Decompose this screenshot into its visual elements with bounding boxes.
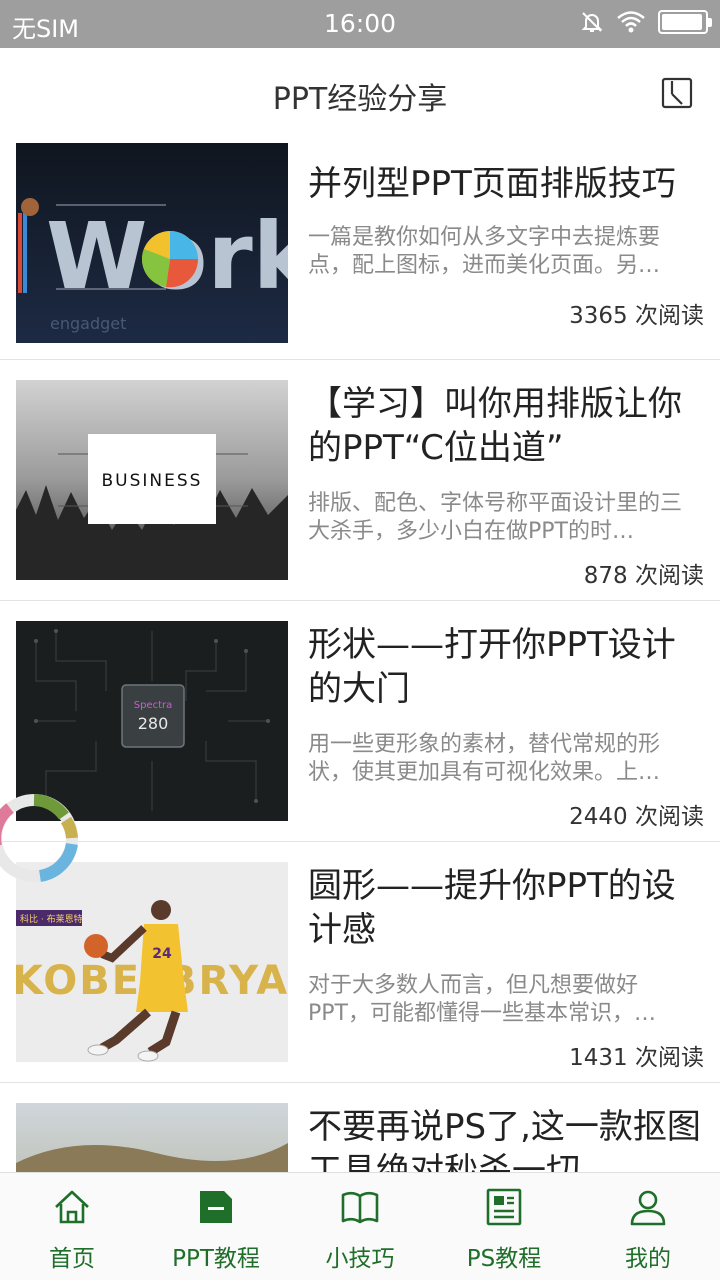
article-title: 形状——打开你PPT设计的大门 xyxy=(308,625,676,709)
app-header: PPT经验分享 xyxy=(0,48,720,140)
article-item[interactable]: 不要再说PS了,这一款抠图工具绝对秒杀一切 xyxy=(0,1083,720,1172)
nav-item-ppt[interactable]: PPT教程 xyxy=(144,1173,288,1280)
nav-label: 我的 xyxy=(625,1246,671,1272)
forest-image: BUSINESS xyxy=(16,380,288,580)
wifi-icon xyxy=(617,11,645,33)
document-icon xyxy=(200,1191,232,1223)
nav-item-tips[interactable]: 小技巧 xyxy=(288,1173,432,1280)
article-title: 圆形——提升你PPT的设计感 xyxy=(308,866,676,950)
thumb-jersey: 24 xyxy=(152,946,172,962)
nav-label: PS教程 xyxy=(466,1246,542,1272)
article-item[interactable]: BUSINESS 【学习】叫你用排版让你的PPT“C位出道” 排版、配色、字体号… xyxy=(0,360,720,601)
nav-label: 小技巧 xyxy=(325,1246,395,1272)
mute-icon xyxy=(581,12,603,32)
battery-icon xyxy=(658,10,712,34)
chip-brand: Spectra xyxy=(134,700,173,711)
read-count: 1431 次阅读 xyxy=(569,1045,704,1071)
thumb-tag: 科比 · 布莱恩特 xyxy=(20,913,83,925)
article-desc: 一篇是教你如何从多文字中去提炼要点，配上图标，进而美化页面。另… xyxy=(308,225,661,278)
basketball-image: 科比 · 布莱恩特 KOBE BRYANT 24 xyxy=(16,862,288,1062)
chip-number: 280 xyxy=(138,714,169,733)
landscape-image xyxy=(16,1103,288,1172)
article-thumbnail: 科比 · 布莱恩特 KOBE BRYANT 24 xyxy=(16,862,288,1062)
thumb-word: BUSINESS xyxy=(102,471,203,491)
article-thumbnail: BUSINESS xyxy=(16,380,288,580)
article-desc: 对于大多数人而言，但凡想要做好PPT，可能都懂得一些基本常识，… xyxy=(308,973,656,1026)
article-item[interactable]: Spectra 280 形状——打开你PPT设计的大门 用一些更形象的素材，替代… xyxy=(0,601,720,842)
iwork-image: Work engadget xyxy=(16,143,288,343)
nav-item-home[interactable]: 首页 xyxy=(0,1173,144,1280)
user-icon xyxy=(630,1190,666,1226)
home-icon xyxy=(55,1190,89,1224)
read-count: 2440 次阅读 xyxy=(569,804,704,830)
article-thumbnail: Work engadget xyxy=(16,143,288,343)
read-count: 3365 次阅读 xyxy=(569,303,704,329)
article-desc: 排版、配色、字体号称平面设计里的三大杀手，多少小白在做PPT的时… xyxy=(308,491,683,544)
nav-label: 首页 xyxy=(49,1246,95,1272)
article-list[interactable]: Work engadget 并列型PPT页面排版技巧 一篇是教你如何从多文字中去… xyxy=(0,140,720,1172)
loading-spinner-icon xyxy=(0,794,78,882)
read-count: 878 次阅读 xyxy=(583,563,704,589)
article-thumbnail xyxy=(16,1103,288,1172)
article-title: 并列型PPT页面排版技巧 xyxy=(308,164,676,204)
article-desc: 用一些更形象的素材，替代常规的形状，使其更加具有可视化效果。上… xyxy=(308,732,661,785)
book-icon xyxy=(341,1191,379,1224)
status-icons xyxy=(580,10,712,34)
article-item[interactable]: Work engadget 并列型PPT页面排版技巧 一篇是教你如何从多文字中去… xyxy=(0,140,720,360)
history-icon[interactable] xyxy=(660,76,694,110)
page-title: PPT经验分享 xyxy=(272,82,448,117)
nav-item-ps[interactable]: PS教程 xyxy=(432,1173,576,1280)
nav-item-me[interactable]: 我的 xyxy=(576,1173,720,1280)
nav-label: PPT教程 xyxy=(172,1246,260,1272)
thumb-left: KOBE xyxy=(16,958,141,1004)
bottom-nav: 首页 PPT教程 小技巧 PS教程 我的 xyxy=(0,1172,720,1280)
article-title: 不要再说PS了,这一款抠图工具绝对秒杀一切 xyxy=(308,1107,701,1172)
article-title: 【学习】叫你用排版让你的PPT“C位出道” xyxy=(308,384,682,468)
article-item[interactable]: 科比 · 布莱恩特 KOBE BRYANT 24 圆形——提升你PPT的设计感 … xyxy=(0,842,720,1083)
status-bar: 无SIM 16:00 xyxy=(0,0,720,48)
battery-level xyxy=(662,14,702,30)
thumb-watermark: engadget xyxy=(50,314,126,333)
newspaper-icon xyxy=(486,1188,522,1226)
